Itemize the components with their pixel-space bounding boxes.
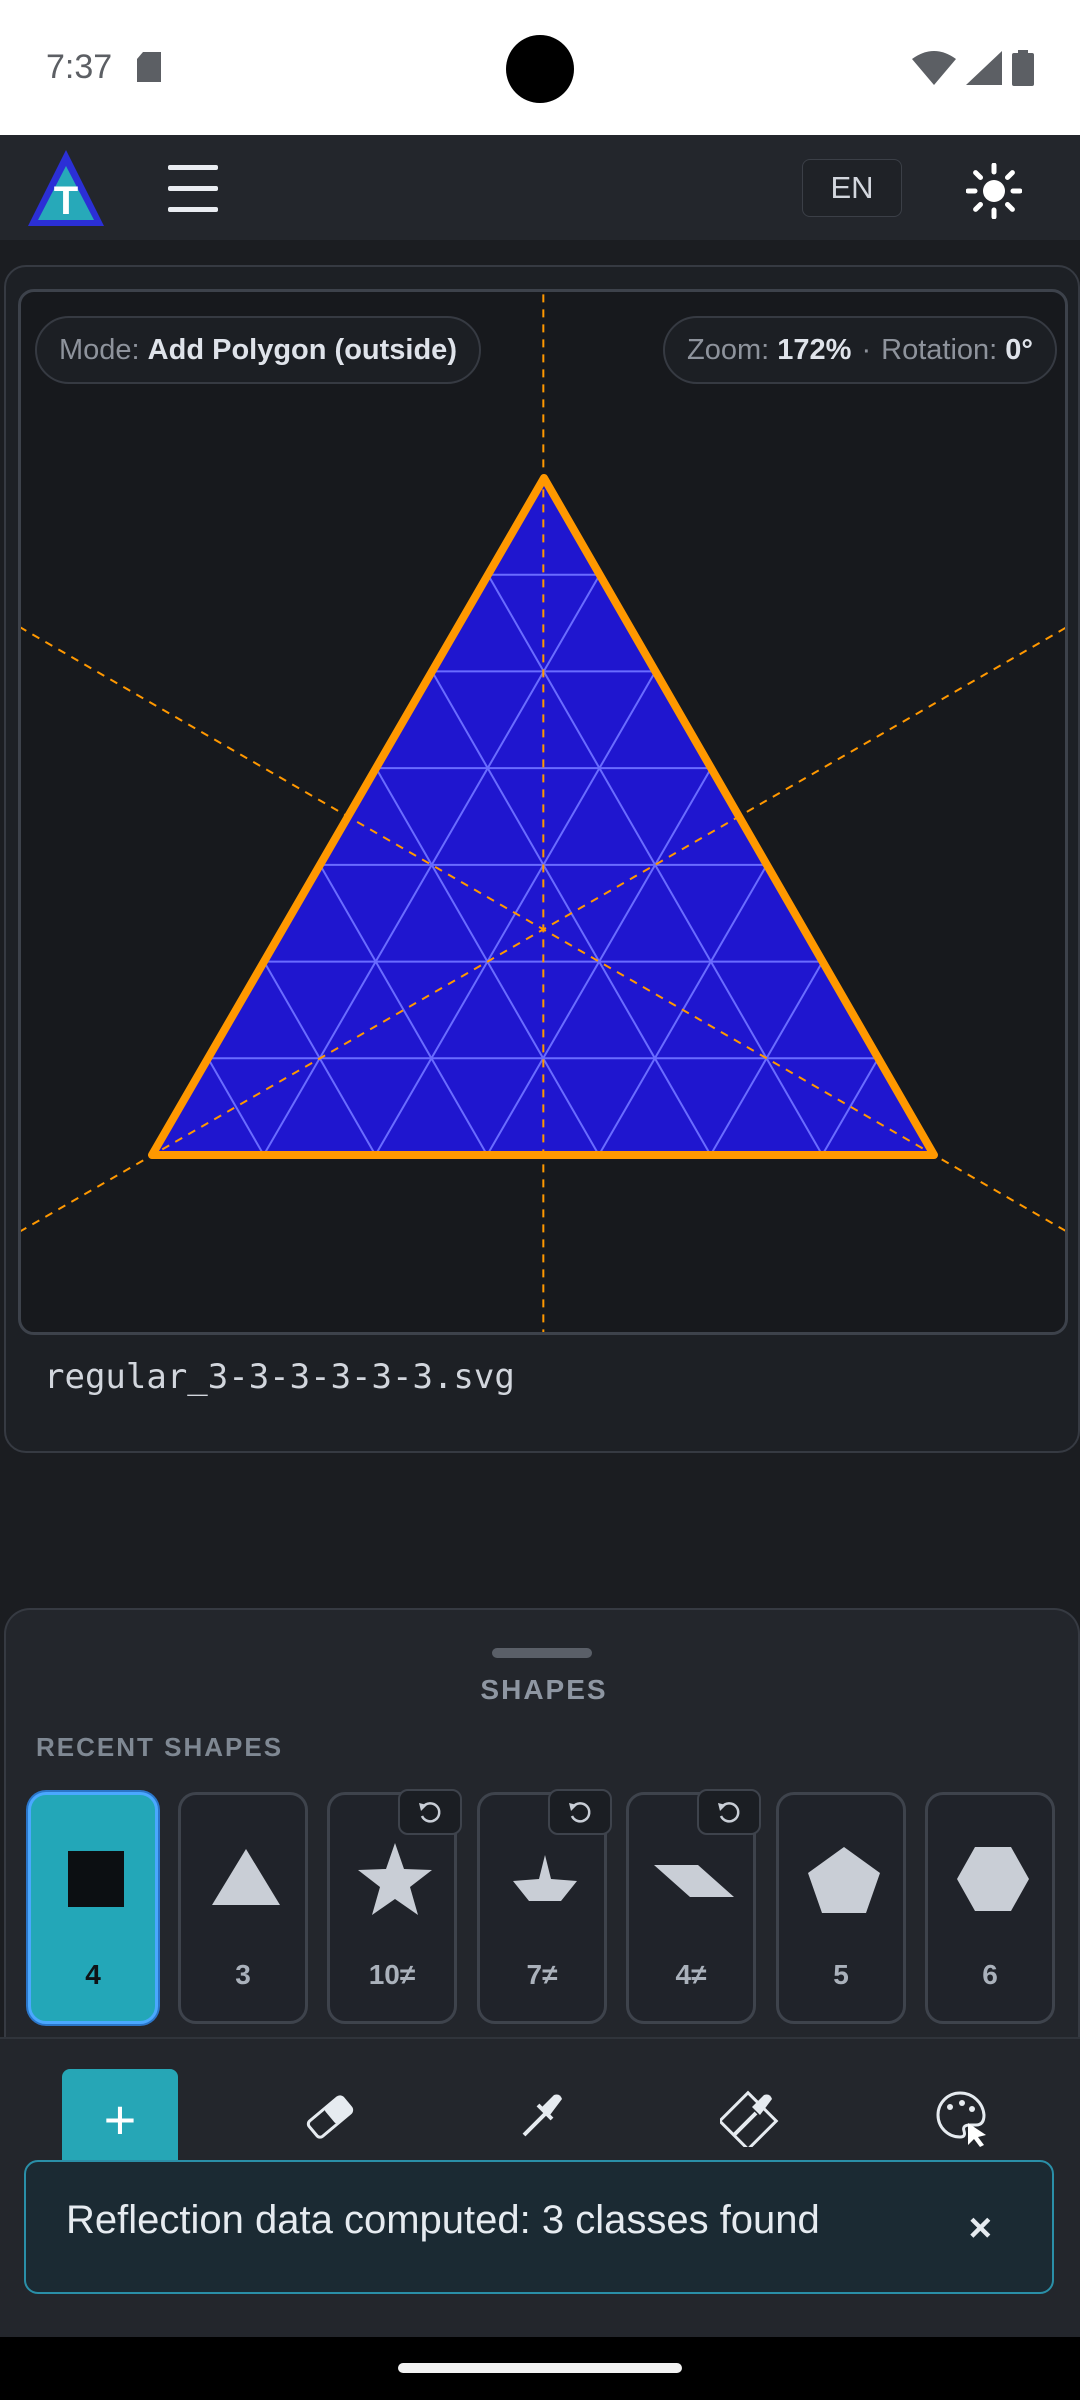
shape-label: 4	[85, 1959, 101, 1990]
shape-tile-heptagon-star[interactable]: 7≠	[477, 1789, 612, 2024]
camera-cutout	[506, 35, 574, 103]
shape-tile-star[interactable]: 10≠	[327, 1789, 462, 2024]
triangle-icon	[212, 1849, 280, 1905]
mode-label: Mode:	[59, 333, 140, 366]
rotate-icon	[569, 1802, 591, 1823]
zoom-value: 172%	[777, 333, 852, 366]
toast-message: Reflection data computed: 3 classes foun…	[66, 2198, 820, 2242]
app-logo[interactable]: T	[24, 150, 108, 230]
language-button[interactable]: EN	[802, 159, 902, 217]
rotate-badge[interactable]	[548, 1789, 612, 1835]
rotate-icon	[718, 1802, 740, 1823]
shape-label: 4≠	[675, 1959, 707, 1990]
shape-label: 5	[833, 1959, 849, 1990]
shape-tile-pentagon[interactable]: 5	[776, 1792, 906, 2024]
rotation-value: 0°	[1005, 333, 1033, 366]
eyedropper-icon[interactable]	[510, 2087, 570, 2147]
pentagon-icon	[808, 1847, 880, 1913]
shape-label: 10≠	[368, 1959, 416, 1990]
mode-indicator: Mode: Add Polygon (outside)	[35, 316, 481, 384]
rotate-icon	[419, 1802, 441, 1823]
parallelogram-icon	[654, 1865, 734, 1897]
zoom-label: Zoom:	[687, 333, 770, 366]
star-icon	[358, 1843, 432, 1915]
eraser-icon[interactable]	[300, 2087, 360, 2147]
close-icon[interactable]: ×	[969, 2206, 992, 2251]
rotation-label: Rotation:	[881, 333, 998, 366]
shape-label: 6	[982, 1959, 998, 1990]
sheet-title: SHAPES	[480, 1674, 608, 1705]
home-gesture-pill[interactable]	[398, 2363, 682, 2373]
wifi-icon	[912, 51, 956, 85]
file-name: regular_3-3-3-3-3-3.svg	[44, 1357, 515, 1397]
toast-notification: Reflection data computed: 3 classes foun…	[24, 2160, 1054, 2294]
recent-shapes-row: 4 3 10≠ 7≠ 4≠ 5 6	[28, 1784, 1068, 2024]
sun-icon[interactable]	[966, 163, 1022, 219]
shape-tile-hexagon[interactable]: 6	[925, 1792, 1055, 2024]
fill-dropper-icon[interactable]	[720, 2087, 780, 2147]
shape-tile-parallelogram[interactable]: 4≠	[626, 1789, 761, 2024]
status-bar: 7:37	[0, 0, 1080, 135]
shape-label: 3	[235, 1959, 251, 1990]
app-bar: T EN	[0, 135, 1080, 240]
zoom-rotation-indicator: Zoom: 172% · Rotation: 0°	[663, 316, 1057, 384]
signal-icon	[966, 51, 1002, 85]
sheet-drag-handle[interactable]	[492, 1648, 592, 1658]
separator-dot: ·	[861, 333, 872, 366]
logo-letter: T	[54, 179, 78, 223]
rotate-badge[interactable]	[398, 1789, 462, 1835]
hexagon-icon	[957, 1847, 1029, 1911]
shape-tile-square[interactable]: 4	[28, 1792, 158, 2024]
tiling-canvas[interactable]: Mode: Add Polygon (outside) Zoom: 172% ·…	[18, 289, 1068, 1335]
add-icon[interactable]: +	[62, 2069, 178, 2169]
rotate-badge[interactable]	[697, 1789, 761, 1835]
menu-icon[interactable]	[168, 165, 222, 213]
heptagon-star-icon	[513, 1855, 577, 1901]
status-time: 7:37	[46, 48, 113, 86]
status-icons	[912, 50, 1034, 86]
palette-icon[interactable]	[930, 2087, 990, 2147]
mode-value: Add Polygon (outside)	[147, 333, 457, 366]
canvas-card: Mode: Add Polygon (outside) Zoom: 172% ·…	[4, 265, 1080, 1453]
recent-shapes-label: RECENT SHAPES	[36, 1732, 284, 1762]
sd-card-icon	[137, 52, 161, 82]
shapes-sheet: SHAPES RECENT SHAPES 4 3 10≠ 7≠ 4≠ 5 6	[4, 1608, 1080, 2038]
shape-tile-triangle[interactable]: 3	[178, 1792, 308, 2024]
battery-icon	[1012, 50, 1034, 86]
system-nav-bar	[0, 2337, 1080, 2400]
tiling-drawing[interactable]	[21, 292, 1068, 1335]
square-icon	[68, 1851, 124, 1907]
shape-label: 7≠	[526, 1959, 558, 1990]
